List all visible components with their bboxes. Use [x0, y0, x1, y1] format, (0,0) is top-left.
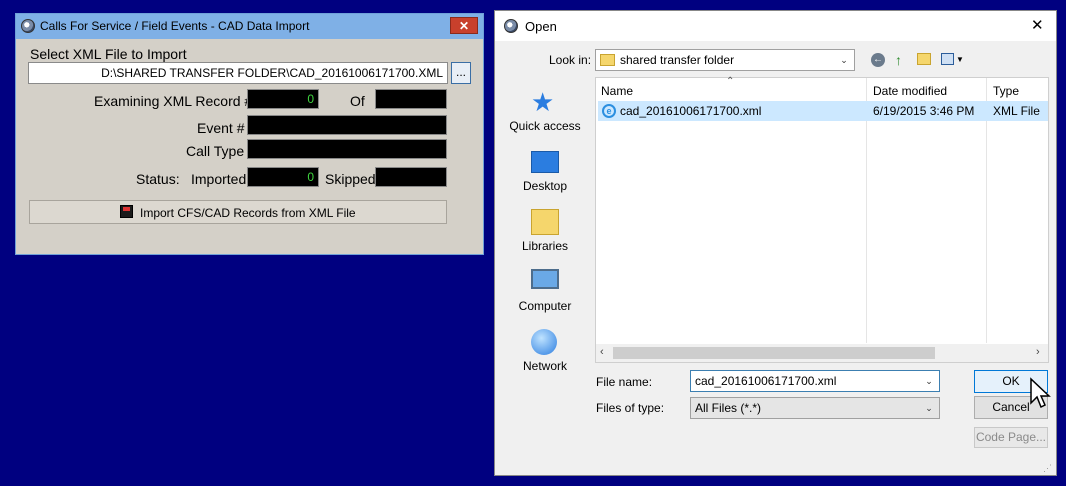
browse-button[interactable]: ... [451, 62, 471, 84]
close-icon: ✕ [458, 19, 470, 33]
back-icon[interactable]: ← [871, 53, 885, 67]
file-name-value: cad_20161006171700.xml [695, 374, 837, 388]
column-header-type[interactable]: Type [993, 84, 1019, 98]
chevron-down-icon: ⌄ [925, 403, 933, 413]
import-window-titlebar[interactable]: Calls For Service / Field Events - CAD D… [16, 14, 483, 39]
open-file-dialog: Open ✕ Look in: shared transfer folder ⌄… [494, 10, 1057, 476]
star-icon: ★ [531, 87, 555, 117]
place-desktop[interactable]: Desktop [495, 139, 595, 199]
scrollbar-thumb[interactable] [613, 347, 935, 359]
view-menu-icon[interactable] [941, 53, 954, 65]
of-label: Of [350, 93, 365, 109]
place-label: Libraries [521, 239, 569, 253]
place-label: Quick access [509, 119, 581, 133]
file-type-cell: XML File [993, 104, 1040, 118]
file-name-cell: cad_20161006171700.xml [620, 104, 762, 118]
app-icon [21, 19, 35, 33]
code-page-button[interactable]: Code Page... [974, 427, 1048, 448]
new-folder-icon[interactable] [917, 53, 931, 65]
column-header-date[interactable]: Date modified [873, 84, 947, 98]
network-icon [531, 329, 557, 355]
horizontal-scrollbar[interactable]: ‹ › [596, 344, 1048, 362]
file-path-input[interactable]: D:\SHARED TRANSFER FOLDER\CAD_2016100617… [28, 62, 448, 84]
place-quick-access[interactable]: ★ Quick access [495, 77, 595, 137]
file-type-select[interactable]: All Files (*.*) ⌄ [690, 397, 940, 419]
skipped-value [375, 167, 447, 187]
place-network[interactable]: Network [495, 319, 595, 379]
look-in-value: shared transfer folder [620, 53, 735, 67]
places-bar: ★ Quick access Desktop Libraries Compute… [495, 77, 595, 387]
look-in-combobox[interactable]: shared transfer folder ⌄ [595, 49, 855, 71]
libraries-icon [531, 209, 559, 235]
place-libraries[interactable]: Libraries [495, 199, 595, 259]
chevron-down-icon: ⌄ [840, 55, 848, 65]
file-row[interactable]: e cad_20161006171700.xml 6/19/2015 3:46 … [598, 101, 1048, 121]
file-name-label: File name: [596, 375, 653, 389]
event-label: Event # [197, 120, 245, 136]
import-window-title: Calls For Service / Field Events - CAD D… [40, 19, 310, 33]
file-list[interactable]: ⌃ Name Date modified Type e cad_20161006… [595, 76, 1049, 363]
skipped-label: Skipped [325, 171, 376, 187]
place-computer[interactable]: Computer [495, 259, 595, 319]
file-name-input[interactable]: cad_20161006171700.xml ⌄ [690, 370, 940, 392]
place-label: Desktop [522, 179, 568, 193]
of-value [375, 89, 447, 109]
column-header-name[interactable]: Name [601, 84, 633, 98]
look-in-label: Look in: [549, 53, 592, 67]
select-file-label: Select XML File to Import [30, 46, 187, 62]
scroll-left-icon[interactable]: ‹ [600, 346, 604, 358]
mouse-cursor-icon [1030, 377, 1051, 409]
imported-label: Imported [191, 171, 247, 187]
close-button[interactable]: ✕ [450, 17, 478, 34]
desktop-icon [531, 151, 559, 173]
resize-grip-icon[interactable]: ⋰ [1043, 463, 1052, 474]
call-type-label: Call Type [186, 143, 245, 159]
imported-value: 0 [247, 167, 319, 187]
app-icon [504, 19, 518, 33]
file-type-value: All Files (*.*) [695, 401, 762, 415]
import-button-label: Import CFS/CAD Records from XML File [140, 206, 356, 220]
up-folder-icon[interactable]: ↑ [895, 52, 902, 68]
event-value [247, 115, 447, 135]
status-label: Status: [136, 171, 180, 187]
file-date-cell: 6/19/2015 3:46 PM [873, 104, 975, 118]
xml-file-icon: e [602, 104, 616, 118]
floppy-disk-icon [120, 205, 133, 218]
view-menu-chevron-icon: ▼ [956, 55, 964, 64]
chevron-down-icon: ⌄ [925, 376, 933, 386]
open-dialog-title: Open [525, 19, 557, 34]
folder-icon [600, 54, 615, 66]
cad-import-window: Calls For Service / Field Events - CAD D… [15, 13, 484, 255]
call-type-value [247, 139, 447, 159]
sort-ascending-icon: ⌃ [726, 76, 735, 87]
open-dialog-titlebar[interactable]: Open ✕ [495, 11, 1056, 41]
computer-icon [531, 269, 559, 289]
file-type-label: Files of type: [596, 401, 665, 415]
place-label: Network [522, 359, 567, 373]
import-records-button[interactable]: Import CFS/CAD Records from XML File [29, 200, 447, 224]
scroll-right-icon[interactable]: › [1036, 346, 1040, 358]
close-icon[interactable]: ✕ [1031, 16, 1044, 34]
examining-record-value: 0 [247, 89, 319, 109]
examining-label: Examining XML Record # [94, 93, 253, 109]
place-label: Computer [518, 299, 572, 313]
